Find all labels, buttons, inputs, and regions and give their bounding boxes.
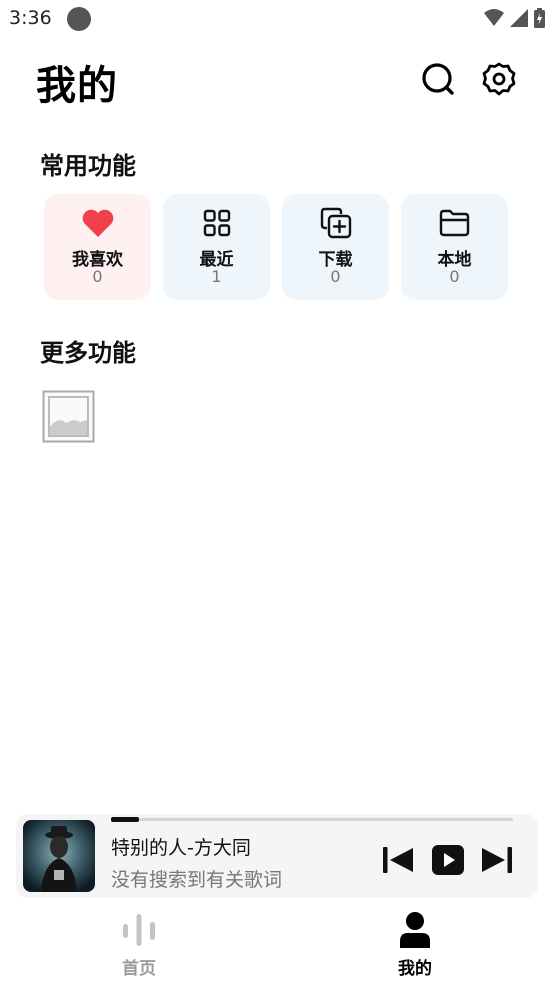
- tile-download[interactable]: 下载 0: [282, 194, 389, 300]
- more-function-item[interactable]: [42, 390, 95, 443]
- add-copy-icon: [320, 207, 351, 239]
- gear-icon: [482, 62, 516, 96]
- tile-local[interactable]: 本地 0: [401, 194, 508, 300]
- image-placeholder-icon: [42, 390, 95, 443]
- previous-button[interactable]: [381, 843, 415, 877]
- tile-count: 0: [330, 267, 341, 286]
- song-title: 特别的人-方大同: [111, 837, 251, 859]
- signal-icon: [510, 9, 528, 27]
- tile-recent[interactable]: 最近 1: [163, 194, 270, 300]
- nav-label: 首页: [122, 959, 156, 979]
- search-icon: [422, 63, 454, 95]
- progress-fill: [111, 817, 140, 822]
- nav-home[interactable]: 首页: [89, 910, 189, 979]
- status-bar: 3:36: [0, 0, 553, 38]
- folder-icon: [439, 209, 469, 237]
- common-functions-grid: 我喜欢 0 最近 1 下载 0 本地 0: [44, 194, 508, 300]
- skip-next-icon: [482, 847, 512, 873]
- tile-count: 0: [92, 267, 103, 286]
- skip-previous-icon: [383, 847, 413, 873]
- audio-bars-icon: [123, 914, 155, 946]
- tile-favorites[interactable]: 我喜欢 0: [44, 194, 151, 300]
- system-icons: [484, 8, 545, 28]
- play-button[interactable]: [431, 843, 465, 877]
- person-icon: [400, 912, 430, 948]
- album-cover[interactable]: [23, 820, 95, 892]
- tile-count: 1: [211, 267, 222, 286]
- bottom-nav: 首页 我的: [0, 900, 553, 983]
- nav-label: 我的: [398, 959, 432, 979]
- common-functions-title: 常用功能: [40, 152, 136, 180]
- more-functions-title: 更多功能: [40, 339, 136, 367]
- settings-button[interactable]: [480, 60, 518, 98]
- play-icon: [432, 845, 464, 875]
- tile-count: 0: [449, 267, 460, 286]
- lyric-text: 没有搜索到有关歌词: [111, 869, 283, 891]
- battery-icon: [534, 8, 545, 28]
- heart-icon: [82, 209, 113, 237]
- grid-icon: [203, 209, 230, 237]
- next-button[interactable]: [480, 843, 514, 877]
- mini-player[interactable]: 特别的人-方大同 没有搜索到有关歌词: [16, 814, 538, 898]
- wifi-icon: [484, 9, 504, 26]
- progress-bar[interactable]: [111, 817, 513, 822]
- nav-mine[interactable]: 我的: [365, 910, 465, 979]
- notification-dot-icon: [67, 7, 91, 31]
- page-title: 我的: [36, 63, 118, 109]
- search-button[interactable]: [419, 60, 457, 98]
- status-time: 3:36: [9, 7, 52, 29]
